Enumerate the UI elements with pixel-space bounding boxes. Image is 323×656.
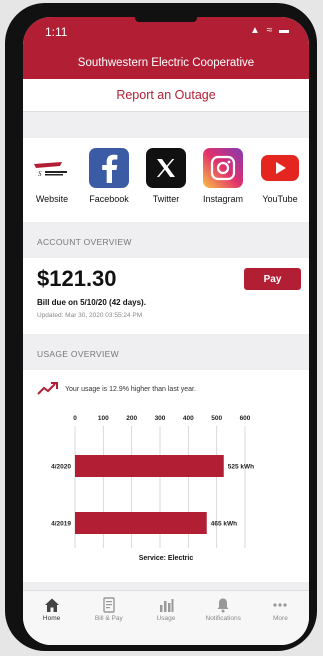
facebook-icon: [89, 148, 129, 188]
tab-home-label: Home: [42, 615, 61, 622]
tab-notifications-label: Notifications: [205, 615, 241, 622]
status-bar: 1:11 ▲ ≈ ▬: [45, 25, 291, 39]
youtube-icon: [260, 148, 300, 188]
chart-value-label: 465 kWh: [211, 521, 237, 528]
instagram-icon: [203, 148, 243, 188]
bell-icon: [217, 598, 229, 613]
report-outage-button[interactable]: Report an Outage: [23, 79, 309, 112]
usage-bar: [75, 512, 207, 534]
facebook-label: Facebook: [89, 194, 129, 204]
website-label: Website: [35, 194, 69, 204]
section-gap: [23, 112, 309, 138]
more-icon: [273, 603, 288, 607]
svg-text:S: S: [38, 170, 42, 178]
tab-more-label: More: [273, 615, 288, 622]
chart-x-tick-label: 300: [155, 415, 166, 422]
twitter-label: Twitter: [152, 194, 180, 204]
usage-overview-card: Your usage is 12.9% higher than last yea…: [23, 370, 309, 582]
pay-button[interactable]: Pay: [244, 268, 301, 290]
tab-bill-pay-label: Bill & Pay: [94, 615, 123, 622]
tab-more[interactable]: More: [252, 591, 309, 645]
twitter-x-icon: [146, 148, 186, 188]
chart-x-tick-label: 0: [73, 415, 77, 422]
chart-category-label: 4/2019: [51, 521, 71, 528]
chart-value-label: 525 kWh: [228, 464, 254, 471]
tab-usage[interactable]: Usage: [137, 591, 194, 645]
instagram-link[interactable]: Instagram: [196, 138, 250, 204]
account-overview-card: $121.30 Bill due on 5/10/20 (42 days). U…: [23, 258, 309, 334]
instagram-label: Instagram: [202, 194, 244, 204]
youtube-link[interactable]: YouTube: [253, 138, 307, 204]
account-overview-heading: ACCOUNT OVERVIEW: [23, 222, 309, 258]
home-icon: [44, 598, 59, 612]
company-logo-icon: S: [32, 148, 72, 188]
app-screen: 1:11 ▲ ≈ ▬ Southwestern Electric Coopera…: [23, 17, 309, 645]
tab-home[interactable]: Home: [23, 591, 80, 645]
app-header: 1:11 ▲ ≈ ▬ Southwestern Electric Coopera…: [23, 17, 309, 79]
trend-up-icon: [37, 382, 58, 395]
service-label: Service: Electric: [138, 555, 194, 562]
usage-trend: Your usage is 12.9% higher than last yea…: [37, 382, 196, 396]
chart-x-tick-label: 600: [240, 415, 251, 422]
website-link[interactable]: S Website: [25, 138, 79, 204]
chart-x-tick-label: 500: [211, 415, 222, 422]
usage-bar: [75, 455, 224, 477]
chart-x-tick-label: 200: [126, 415, 137, 422]
usage-bar-chart: 0 100 200 300 400 500 600 4/2020 525 kWh 4/2019 46…: [51, 415, 254, 548]
youtube-label: YouTube: [262, 194, 298, 204]
chart-category-label: 4/2020: [51, 464, 71, 471]
chart-x-tick-label: 100: [98, 415, 109, 422]
updated-timestamp: Updated: Mar 30, 2020 03:55:24 PM: [37, 312, 143, 319]
tab-notifications[interactable]: Notifications: [195, 591, 252, 645]
usage-overview-heading: USAGE OVERVIEW: [23, 334, 309, 370]
tab-bill-pay[interactable]: Bill & Pay: [80, 591, 137, 645]
facebook-link[interactable]: Facebook: [82, 138, 136, 204]
status-icons: ▲ ≈ ▬: [250, 25, 291, 36]
twitter-link[interactable]: Twitter: [139, 138, 193, 204]
balance-amount: $121.30: [37, 266, 117, 291]
bill-due-text: Bill due on 5/10/20 (42 days).: [37, 298, 146, 307]
phone-frame: 1:11 ▲ ≈ ▬ Southwestern Electric Coopera…: [5, 3, 317, 651]
usage-trend-text: Your usage is 12.9% higher than last yea…: [65, 385, 196, 393]
usage-icon: [160, 599, 174, 612]
bill-icon: [103, 597, 115, 613]
phone-notch: [135, 17, 197, 22]
social-links-row: S Website Facebook Twitter Instagram You…: [23, 138, 309, 222]
bottom-tab-bar: Home Bill & Pay Usage Notifications More: [23, 590, 309, 645]
app-title: Southwestern Electric Cooperative: [77, 57, 255, 69]
tab-usage-label: Usage: [156, 615, 176, 622]
chart-x-tick-label: 400: [183, 415, 194, 422]
status-time: 1:11: [45, 25, 68, 39]
